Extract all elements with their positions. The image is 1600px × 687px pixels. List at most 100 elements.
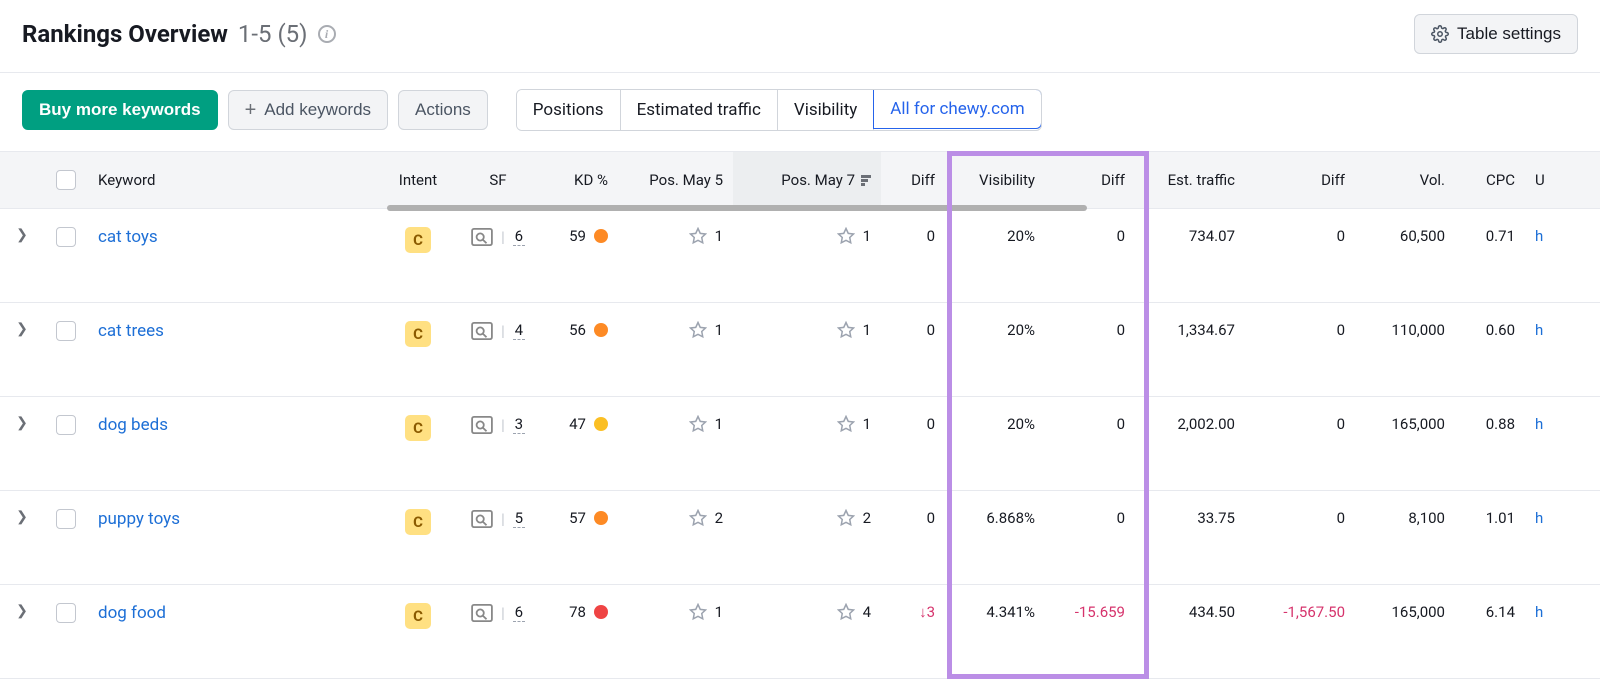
expand-row-icon[interactable]: ❯ [16,603,28,619]
volume-value: 8,100 [1355,509,1455,527]
star-icon [689,321,707,339]
visibility-value: 6.868% [945,509,1045,527]
table-row: ❯ cat trees C |4 56 1 1 0 20% 0 1,334.67… [0,303,1600,397]
buy-keywords-button[interactable]: Buy more keywords [22,90,218,130]
serp-features[interactable]: |5 [471,509,525,528]
star-icon [837,227,855,245]
position-may-7: 1 [837,321,871,339]
cpc-value: 1.01 [1455,509,1525,527]
row-checkbox[interactable] [56,415,76,435]
table-row: ❯ puppy toys C |5 57 2 2 0 6.868% 0 33.7… [0,491,1600,585]
position-may-5: 1 [689,321,723,339]
intent-badge[interactable]: C [405,227,431,253]
intent-badge[interactable]: C [405,509,431,535]
sort-desc-icon [861,175,871,186]
expand-row-icon[interactable]: ❯ [16,321,28,337]
col-pos-may-7[interactable]: Pos. May 7 [733,152,881,208]
rankings-table: Keyword Intent SF KD % Pos. May 5 Pos. M… [0,151,1600,679]
down-arrow-icon: ↓ [919,603,927,621]
intent-badge[interactable]: C [405,415,431,441]
serp-features[interactable]: |6 [471,227,525,246]
col-kd[interactable]: KD % [538,171,618,189]
cpc-value: 0.60 [1455,321,1525,339]
url-link[interactable]: h [1535,415,1543,433]
table-settings-button[interactable]: Table settings [1414,14,1578,54]
keyword-difficulty: 57 [569,509,608,527]
position-may-7: 2 [837,509,871,527]
keyword-link[interactable]: dog beds [98,415,168,435]
col-diff-pos[interactable]: Diff [881,171,945,189]
expand-row-icon[interactable]: ❯ [16,415,28,431]
actions-button[interactable]: Actions [398,90,488,130]
view-tab-all-for-chewy-com[interactable]: All for chewy.com [873,89,1041,129]
col-url[interactable]: U [1525,171,1555,189]
intent-badge[interactable]: C [405,321,431,347]
keyword-link[interactable]: puppy toys [98,509,180,529]
position-may-5: 1 [689,603,723,621]
star-icon [837,415,855,433]
row-checkbox[interactable] [56,509,76,529]
expand-row-icon[interactable]: ❯ [16,227,28,243]
row-checkbox[interactable] [56,321,76,341]
row-checkbox[interactable] [56,603,76,623]
table-settings-label: Table settings [1457,24,1561,44]
col-est-traffic[interactable]: Est. traffic [1135,171,1245,189]
buy-keywords-label: Buy more keywords [39,100,201,120]
position-diff: 0 [881,227,945,245]
horizontal-scrollbar[interactable] [387,205,1087,211]
volume-value: 165,000 [1355,603,1455,621]
col-cpc[interactable]: CPC [1455,171,1525,189]
serp-features[interactable]: |4 [471,321,525,340]
keyword-link[interactable]: cat trees [98,321,164,341]
col-pos-may-5[interactable]: Pos. May 5 [618,171,733,189]
est-traffic-value: 734.07 [1135,227,1245,245]
kd-indicator-dot [594,229,608,243]
col-volume[interactable]: Vol. [1355,171,1455,189]
col-pos-may-7-label: Pos. May 7 [781,171,855,189]
star-icon [689,603,707,621]
star-icon [689,509,707,527]
url-link[interactable]: h [1535,603,1543,621]
page-title: Rankings Overview [22,20,228,48]
col-sf[interactable]: SF [458,171,538,189]
col-visibility[interactable]: Visibility [945,171,1045,189]
star-icon [837,321,855,339]
est-traffic-diff: 0 [1245,415,1355,433]
table-row: ❯ dog beds C |3 47 1 1 0 20% 0 2,002.00 … [0,397,1600,491]
col-est-traffic-diff[interactable]: Diff [1245,171,1355,189]
view-tab-positions[interactable]: Positions [517,90,621,130]
keyword-difficulty: 56 [569,321,608,339]
url-link[interactable]: h [1535,509,1543,527]
keyword-difficulty: 78 [569,603,608,621]
col-keyword[interactable]: Keyword [88,171,378,189]
visibility-value: 20% [945,227,1045,245]
keyword-link[interactable]: cat toys [98,227,158,247]
visibility-diff: 0 [1045,415,1135,433]
url-link[interactable]: h [1535,227,1543,245]
add-keywords-button[interactable]: +Add keywords [228,90,388,130]
view-tab-visibility[interactable]: Visibility [778,90,874,130]
view-tab-estimated-traffic[interactable]: Estimated traffic [621,90,778,130]
serp-features-icon [471,416,493,434]
keyword-link[interactable]: dog food [98,603,166,623]
visibility-diff: -15.659 [1045,603,1135,621]
toolbar: Buy more keywords +Add keywords Actions … [0,73,1600,151]
est-traffic-diff: 0 [1245,321,1355,339]
col-visibility-diff[interactable]: Diff [1045,171,1135,189]
table-row: ❯ dog food C |6 78 1 4 ↓3 4.341% -15.659… [0,585,1600,679]
serp-features[interactable]: |6 [471,603,525,622]
star-icon [689,415,707,433]
intent-badge[interactable]: C [405,603,431,629]
expand-row-icon[interactable]: ❯ [16,509,28,525]
select-all-checkbox[interactable] [56,170,76,190]
cpc-value: 0.88 [1455,415,1525,433]
est-traffic-value: 33.75 [1135,509,1245,527]
est-traffic-diff: 0 [1245,227,1355,245]
keyword-difficulty: 59 [569,227,608,245]
serp-features[interactable]: |3 [471,415,525,434]
url-link[interactable]: h [1535,321,1543,339]
serp-features-icon [471,510,493,528]
col-intent[interactable]: Intent [378,171,458,189]
info-icon[interactable]: i [318,25,336,43]
row-checkbox[interactable] [56,227,76,247]
